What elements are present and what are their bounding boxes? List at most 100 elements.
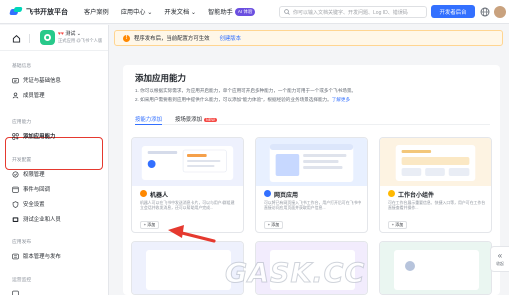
- test-users-icon: [12, 216, 19, 222]
- chevron-down-icon: ⌄: [76, 31, 81, 37]
- section-basic-info: 基础信息: [12, 64, 32, 69]
- page-title: 添加应用能力: [135, 73, 187, 83]
- tab-bar: 按能力添加 按场景添加 NEW: [135, 115, 490, 125]
- tab-by-scenario[interactable]: 按场景添加 NEW: [175, 115, 217, 123]
- app-header: ♥♥ 测试 ⌄ 正式应用 @飞书个人版: [0, 25, 108, 51]
- sidebar-item-label: 事件与回调: [23, 187, 50, 193]
- nav-customer-cases[interactable]: 客户案例: [84, 7, 109, 16]
- sidebar-item-label: 凭证与基础信息: [23, 78, 61, 84]
- collapse-panel-button[interactable]: « 收起: [490, 246, 509, 272]
- card-description: 可在工作台展示重要信息、快捷入口等，用户可在工作台直接查看并操作...: [388, 200, 486, 210]
- app-subtitle: 正式应用 @飞书个人版: [58, 38, 103, 43]
- capability-card-bot[interactable]: 机器人 机器人可以在飞书中发送消息卡片，可以与用户/群组建立会话并收发消息，还可…: [131, 137, 244, 233]
- web-app-icon: [264, 190, 271, 197]
- shield-icon: [12, 200, 19, 208]
- card-title: 网页应用: [274, 193, 299, 199]
- sidebar-item-label: 权限管理: [23, 172, 45, 178]
- description-line-2: 2. 如采用户需要看到应用中提供什么能力，可以添加"能力体验"，根据经验的业务场…: [135, 97, 350, 103]
- sidebar-item-label: 添加应用能力: [23, 134, 56, 140]
- credentials-icon: [12, 77, 19, 83]
- bot-icon: [140, 190, 147, 197]
- card-description: 可以将已有网页接入飞书工作台，用户打开后可在飞书中直接访问应用页面并获取用户信息…: [264, 200, 362, 210]
- capability-card-web-app[interactable]: 网页应用 可以将已有网页接入飞书工作台，用户打开后可在飞书中直接访问应用页面并获…: [255, 137, 368, 233]
- members-icon: [12, 92, 19, 98]
- collapse-label: 收起: [496, 261, 504, 266]
- sidebar-item-test-users[interactable]: 测试企业和人员: [12, 215, 61, 223]
- add-bot-button[interactable]: + 添加: [140, 221, 159, 229]
- events-icon: [12, 186, 19, 193]
- bot-preview-image: [132, 138, 243, 186]
- chart-icon: [12, 290, 19, 295]
- search-icon: [284, 9, 290, 15]
- card-title: 机器人: [150, 193, 169, 199]
- top-nav: 客户案例 应用中心 ⌄ 开发文档 ⌄ 智能助手 AI 体验: [84, 7, 267, 17]
- card-preview-image: [380, 242, 491, 294]
- card-description: 机器人可以在飞书中发送消息卡片，可以与用户/群组建立会话并收发消息，还可以帮助用…: [140, 200, 235, 210]
- sidebar-item-operations[interactable]: [12, 290, 23, 295]
- watermark: GASK.CC: [224, 258, 366, 290]
- user-avatar[interactable]: [494, 6, 506, 18]
- sidebar-item-version-release[interactable]: 版本管理与发布: [12, 252, 61, 260]
- sidebar-item-security[interactable]: 安全设置: [12, 200, 45, 208]
- app-name[interactable]: ♥♥ 测试 ⌄: [58, 30, 81, 37]
- web-app-preview-image: [256, 138, 367, 186]
- widget-preview-image: [380, 138, 491, 186]
- search-placeholder: 你可以输入文档关键字、开发问题、Log ID、错误码: [293, 9, 408, 16]
- sidebar-item-label: 版本管理与发布: [23, 254, 61, 260]
- sidebar-item-permissions[interactable]: 权限管理: [12, 170, 45, 178]
- beta-badge: AI 体验: [234, 8, 256, 17]
- sidebar-item-add-capability[interactable]: 添加应用能力: [12, 132, 55, 140]
- chevron-down-icon: ⌄: [190, 8, 197, 16]
- nav-dev-docs-label: 开发文档: [164, 8, 190, 16]
- app-name-hearts: ♥♥: [58, 31, 64, 37]
- add-web-app-button[interactable]: + 添加: [264, 221, 283, 229]
- warning-icon: !: [123, 34, 130, 42]
- app-logo-icon: [44, 34, 51, 41]
- sidebar-item-label: 测试企业和人员: [23, 217, 61, 223]
- platform-logo[interactable]: 飞书开放平台: [9, 6, 68, 17]
- permissions-icon: [12, 171, 19, 177]
- capability-card-row2-3[interactable]: [379, 241, 492, 295]
- description-text: 2. 如采用户需要看到应用中提供什么能力，可以添加"能力体验: [135, 97, 262, 102]
- description-line-1: 1. 你可以根据实际需求，为应用开启能力，单个应用可开启多种能力，一个能力可用于…: [135, 88, 357, 93]
- notice-banner: ! 程序发布后，当前配置方可生效 创建版本: [114, 30, 503, 46]
- sidebar-item-label: 成员管理: [23, 93, 45, 99]
- sidebar: ♥♥ 测试 ⌄ 正式应用 @飞书个人版 基础信息 凭证与基础信息 成员管理 应用…: [0, 25, 109, 295]
- developer-console-button[interactable]: 开发者后台: [431, 5, 475, 18]
- sidebar-item-credentials[interactable]: 凭证与基础信息: [12, 76, 61, 84]
- add-capability-icon: [12, 132, 19, 140]
- highlight-box: [5, 137, 103, 170]
- app-name-text: 测试: [65, 31, 76, 37]
- learn-more-link[interactable]: 了解更多: [332, 97, 350, 102]
- language-icon[interactable]: [480, 7, 490, 17]
- chevron-down-icon: ⌄: [147, 8, 153, 16]
- sidebar-item-label: 安全设置: [23, 202, 45, 208]
- home-icon[interactable]: [12, 34, 21, 43]
- platform-name: 飞书开放平台: [26, 8, 68, 16]
- create-version-link[interactable]: 创建版本: [219, 34, 241, 42]
- tab-by-scenario-label: 按场景添加: [175, 117, 202, 123]
- section-operations: 运营监控: [12, 278, 32, 283]
- nav-ai-assistant-label: 智能助手: [208, 8, 233, 16]
- section-app-release: 应用发布: [12, 240, 32, 245]
- card-title: 工作台小组件: [398, 193, 435, 199]
- sidebar-item-members[interactable]: 成员管理: [12, 91, 45, 99]
- nav-ai-assistant[interactable]: 智能助手 AI 体验: [208, 7, 256, 17]
- capability-card-widget[interactable]: 工作台小组件 可在工作台展示重要信息、快捷入口等，用户可在工作台直接查看并操作.…: [379, 137, 492, 233]
- section-dev-config: 开发配置: [12, 158, 32, 163]
- new-badge: NEW: [203, 117, 217, 122]
- sidebar-item-events[interactable]: 事件与回调: [12, 185, 50, 193]
- version-icon: [12, 253, 19, 259]
- notice-text: 程序发布后，当前配置方可生效: [134, 36, 210, 42]
- top-bar: 飞书开放平台 客户案例 应用中心 ⌄ 开发文档 ⌄ 智能助手 AI 体验 你可以输…: [0, 0, 509, 24]
- nav-app-center-label: 应用中心: [120, 8, 146, 16]
- search-input[interactable]: 你可以输入文档关键字、开发问题、Log ID、错误码: [279, 6, 427, 18]
- feishu-logo-icon: [9, 6, 23, 17]
- app-avatar: [40, 30, 55, 45]
- nav-dev-docs[interactable]: 开发文档 ⌄: [164, 7, 196, 16]
- add-widget-button[interactable]: + 添加: [388, 221, 407, 229]
- widget-icon: [388, 190, 395, 197]
- main-content: ! 程序发布后，当前配置方可生效 创建版本 添加应用能力 1. 你可以根据实际需…: [109, 25, 509, 295]
- tab-by-capability[interactable]: 按能力添加: [135, 115, 162, 125]
- nav-app-center[interactable]: 应用中心 ⌄: [121, 7, 153, 16]
